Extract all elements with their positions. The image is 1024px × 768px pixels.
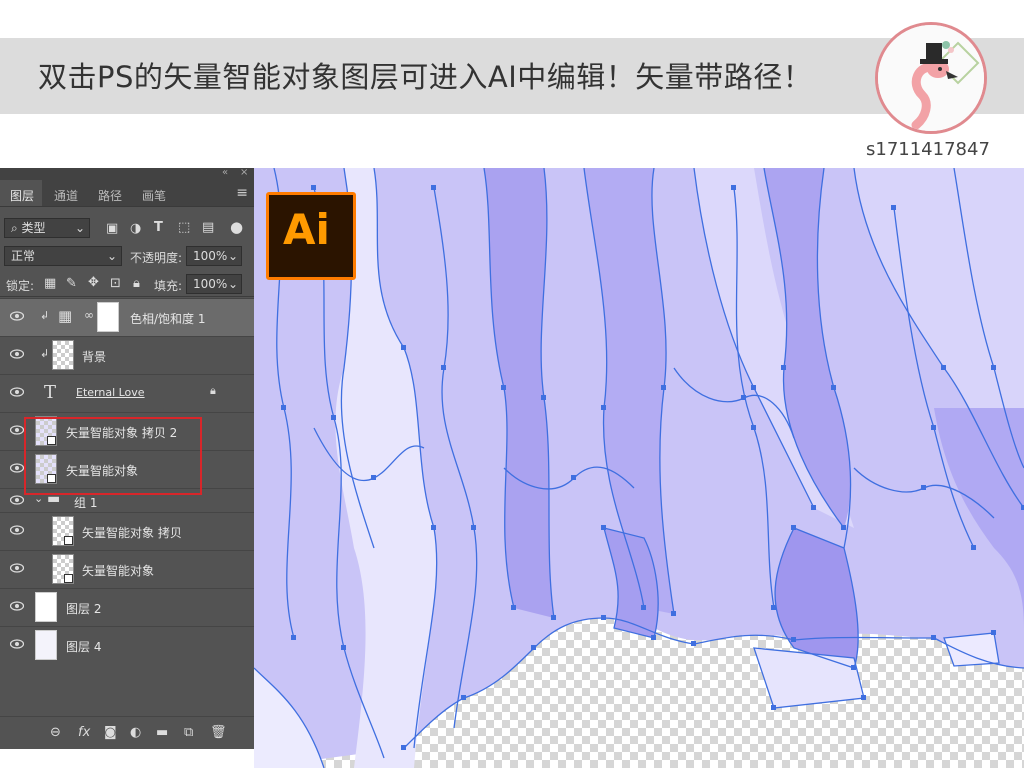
- layer-name: 图层 2: [66, 602, 102, 616]
- blend-row: 正常 ⌄ 不透明度: 100% ⌄: [0, 242, 254, 268]
- layer-locked-icon: 🔒︎: [210, 384, 216, 397]
- filter-pixel-icon[interactable]: ▣: [106, 221, 118, 236]
- layer-row-layer-2[interactable]: 图层 2: [0, 588, 254, 626]
- tab-paths[interactable]: 路径: [98, 187, 122, 204]
- filter-type-icon[interactable]: T: [154, 220, 163, 235]
- chevron-down-icon: ⌄: [74, 221, 85, 235]
- visibility-eye-icon[interactable]: [10, 463, 24, 473]
- blend-mode-dropdown[interactable]: 正常 ⌄: [4, 246, 122, 266]
- lock-pixels-icon[interactable]: ✎: [66, 276, 77, 291]
- delete-layer-trash-icon[interactable]: 🗑︎: [210, 725, 227, 740]
- visibility-eye-icon[interactable]: [10, 601, 24, 611]
- add-mask-icon[interactable]: ◙: [104, 725, 117, 740]
- layer-row-hue-saturation[interactable]: ↲ ▦ ∞ 色相/饱和度 1: [0, 298, 254, 336]
- document-canvas[interactable]: [254, 168, 1024, 768]
- new-adjustment-icon[interactable]: ◐: [130, 725, 141, 740]
- illustrator-logo-text: Ai: [283, 205, 330, 254]
- layer-name: 图层 4: [66, 640, 102, 654]
- text-layer-icon: T: [44, 382, 57, 403]
- clipping-arrow-icon: ↲: [40, 347, 50, 360]
- lock-all-icon[interactable]: 🔒︎: [133, 276, 140, 291]
- filter-kind-label: 类型: [21, 221, 46, 235]
- layer-name: 组 1: [74, 496, 98, 510]
- tab-channels[interactable]: 通道: [54, 187, 78, 204]
- smart-object-badge-icon: [64, 574, 73, 583]
- lock-label: 锁定:: [6, 279, 35, 293]
- panel-footer: ⊖ fx ◙ ◐ ▬ ⧉ 🗑︎: [0, 716, 254, 749]
- adjustment-layer-icon: ▦: [58, 307, 73, 325]
- divider: [0, 296, 254, 297]
- layer-row-layer-4[interactable]: 图层 4: [0, 626, 254, 664]
- chevron-down-icon: ⌄: [227, 249, 238, 263]
- banner-title: 双击PS的矢量智能对象图层可进入AI中编辑！矢量带路径！: [38, 60, 813, 94]
- layer-name: 色相/饱和度 1: [130, 312, 206, 326]
- new-group-folder-icon[interactable]: ▬: [156, 725, 168, 740]
- panel-header-bar: « ×: [0, 167, 254, 180]
- panel-tabs: 图层 通道 路径 画笔 ≡: [0, 180, 254, 207]
- filter-row: ⌕ 类型 ⌄ ▣ ◑ T ⬚ ▤ ●: [0, 214, 254, 240]
- collapse-panel-icon[interactable]: «: [222, 167, 228, 178]
- filter-kind-dropdown[interactable]: ⌕ 类型 ⌄: [4, 218, 90, 238]
- chevron-down-icon: ⌄: [227, 277, 238, 291]
- visibility-eye-icon[interactable]: [10, 495, 24, 505]
- fx-icon[interactable]: fx: [78, 725, 90, 740]
- blend-mode-value: 正常: [11, 249, 36, 263]
- link-layers-icon[interactable]: ⊖: [50, 725, 61, 740]
- fill-value: 100%: [193, 277, 228, 291]
- layer-name: 矢量智能对象: [82, 564, 155, 578]
- panel-menu-icon[interactable]: ≡: [236, 185, 248, 201]
- user-id-label: s1711417847: [866, 139, 990, 160]
- tab-brushes[interactable]: 画笔: [142, 187, 166, 204]
- highlight-box: [24, 417, 202, 495]
- layer-name: 矢量智能对象 拷贝: [82, 526, 182, 540]
- layer-thumbnail: [35, 630, 57, 660]
- layer-mask-thumbnail: [97, 302, 119, 332]
- flamingo-avatar-icon: [878, 25, 984, 131]
- smart-object-thumbnail: [52, 554, 74, 584]
- fill-label: 填充:: [154, 279, 183, 293]
- layer-row-smart-object-copy[interactable]: 矢量智能对象 拷贝: [0, 512, 254, 550]
- new-layer-icon[interactable]: ⧉: [184, 725, 193, 740]
- layer-thumbnail: [35, 592, 57, 622]
- smart-object-badge-icon: [64, 536, 73, 545]
- filter-smart-object-icon[interactable]: ▤: [202, 220, 214, 235]
- tab-layers[interactable]: 图层: [10, 187, 34, 204]
- fill-input[interactable]: 100% ⌄: [186, 274, 242, 294]
- opacity-label: 不透明度:: [130, 251, 183, 265]
- lock-artboard-icon[interactable]: ⊡: [110, 276, 121, 291]
- layer-row-background[interactable]: ↲ 背景: [0, 336, 254, 374]
- lock-transparency-icon[interactable]: ▦: [44, 276, 56, 291]
- visibility-eye-icon[interactable]: [10, 311, 24, 321]
- avatar: [875, 22, 987, 134]
- search-icon: ⌕: [11, 221, 22, 235]
- filter-adjustment-icon[interactable]: ◑: [130, 221, 141, 236]
- banner: 双击PS的矢量智能对象图层可进入AI中编辑！矢量带路径！: [0, 38, 1024, 114]
- lock-row: 锁定: ▦ ✎ ✥ ⊡ 🔒︎ 填充: 100% ⌄: [0, 270, 254, 296]
- visibility-eye-icon[interactable]: [10, 425, 24, 435]
- vector-artwork: [254, 168, 1024, 768]
- filter-toggle-icon[interactable]: ●: [230, 218, 243, 236]
- layer-row-text[interactable]: T Eternal Love 🔒︎: [0, 374, 254, 412]
- layer-name: Eternal Love: [76, 386, 145, 399]
- visibility-eye-icon[interactable]: [10, 387, 24, 397]
- visibility-eye-icon[interactable]: [10, 639, 24, 649]
- chevron-down-icon: ⌄: [106, 249, 117, 263]
- clipping-arrow-icon: ↲: [40, 309, 50, 322]
- filter-shape-icon[interactable]: ⬚: [178, 220, 190, 235]
- mask-link-icon: ∞: [84, 308, 94, 322]
- opacity-input[interactable]: 100% ⌄: [186, 246, 242, 266]
- visibility-eye-icon[interactable]: [10, 563, 24, 573]
- illustrator-logo: Ai: [266, 192, 356, 280]
- smart-object-thumbnail: [52, 516, 74, 546]
- layer-thumbnail: [52, 340, 74, 370]
- opacity-value: 100%: [193, 249, 228, 263]
- layer-row-smart-object-in-group[interactable]: 矢量智能对象: [0, 550, 254, 588]
- layer-name: 背景: [82, 350, 107, 364]
- close-panel-icon[interactable]: ×: [240, 167, 248, 178]
- visibility-eye-icon[interactable]: [10, 525, 24, 535]
- lock-position-icon[interactable]: ✥: [88, 275, 99, 290]
- visibility-eye-icon[interactable]: [10, 349, 24, 359]
